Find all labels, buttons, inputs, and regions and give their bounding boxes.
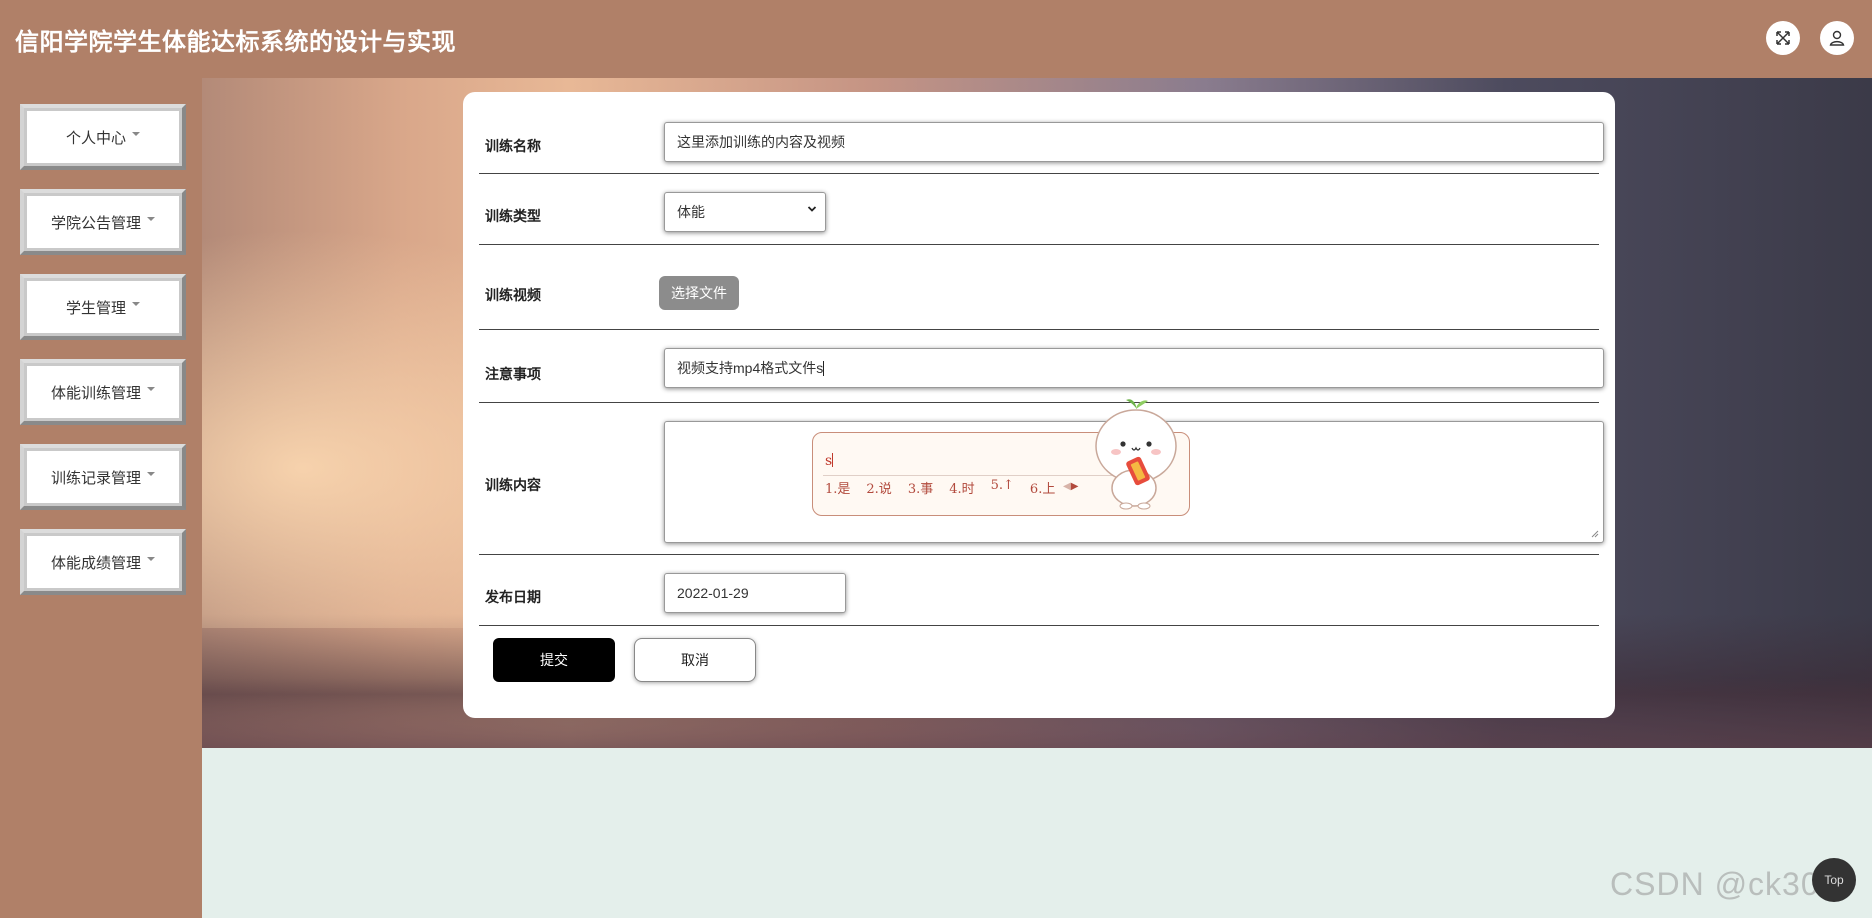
row-training-video: 训练视频 (479, 245, 1599, 330)
back-to-top-button[interactable]: Top (1812, 858, 1856, 902)
fullscreen-button[interactable] (1766, 21, 1800, 55)
sidebar-item-label: 训练记录管理 (50, 469, 141, 487)
user-button[interactable] (1820, 21, 1854, 55)
ime-candidate[interactable]: 3.事 (908, 478, 933, 497)
sidebar-item-label: 个人中心 (65, 129, 126, 147)
row-training-name: 训练名称 这里添加训练的内容及视频 (479, 92, 1604, 174)
caret-down-icon (147, 472, 155, 476)
sidebar-item-label: 学院公告管理 (50, 214, 141, 232)
training-name-input[interactable]: 这里添加训练的内容及视频 (664, 122, 1604, 162)
training-form-card: 训练名称 这里添加训练的内容及视频 训练类型 体能 训练视频 选择文件 注意事项… (463, 92, 1615, 718)
sidebar: 个人中心 学院公告管理 学生管理 体能训练管理 训练记录管理 体能成绩管理 (0, 78, 202, 918)
sidebar-item-personal-center[interactable]: 个人中心 (20, 104, 186, 170)
ime-candidate[interactable]: 6.上 (1030, 478, 1055, 497)
cancel-button[interactable]: 取消 (634, 638, 756, 682)
caret-down-icon (132, 302, 140, 306)
ime-prev-icon[interactable]: ◀ (1063, 481, 1071, 492)
caret-down-icon (147, 387, 155, 391)
row-notes: 注意事项 视频支持mp4格式文件s (479, 330, 1604, 403)
ime-candidate-list: 1.是 2.说 3.事 4.时 5.↑ 6.上 (825, 478, 1055, 497)
ime-mascot-icon (1095, 399, 1177, 510)
ime-candidate[interactable]: 1.是 (825, 478, 850, 497)
notes-input[interactable]: 视频支持mp4格式文件s (664, 348, 1604, 388)
notes-value: 视频支持mp4格式文件s (677, 360, 824, 376)
user-icon (1829, 30, 1845, 46)
ime-candidate[interactable]: 4.时 (949, 478, 974, 497)
sidebar-item-records[interactable]: 训练记录管理 (20, 444, 186, 510)
training-type-label: 训练类型 (485, 208, 541, 224)
sidebar-item-label: 体能训练管理 (50, 384, 141, 402)
training-type-select[interactable]: 体能 (664, 192, 826, 232)
ime-next-icon[interactable]: ▶ (1071, 481, 1079, 492)
ime-candidate[interactable]: 5.↑ (991, 478, 1014, 497)
row-publish-date: 发布日期 2022-01-29 (479, 555, 1599, 626)
publish-date-value: 2022-01-29 (677, 585, 749, 601)
training-type-value: 体能 (677, 204, 705, 220)
expand-icon (1776, 31, 1790, 45)
notes-label: 注意事项 (485, 366, 541, 382)
ime-page-nav: ◀▶ (1063, 481, 1078, 492)
text-cursor (823, 360, 825, 376)
training-name-label: 训练名称 (485, 138, 541, 154)
sidebar-item-training[interactable]: 体能训练管理 (20, 359, 186, 425)
sidebar-item-announcements[interactable]: 学院公告管理 (20, 189, 186, 255)
top-header: 信阳学院学生体能达标系统的设计与实现 (0, 0, 1872, 78)
publish-date-label: 发布日期 (485, 589, 541, 605)
ime-input-text: s (825, 453, 833, 469)
caret-down-icon (147, 557, 155, 561)
training-video-label: 训练视频 (485, 287, 541, 303)
sidebar-item-label: 体能成绩管理 (50, 554, 141, 572)
caret-down-icon (132, 132, 140, 136)
ime-cursor (832, 453, 834, 467)
sidebar-item-label: 学生管理 (65, 299, 126, 317)
submit-button[interactable]: 提交 (493, 638, 615, 682)
ime-divider (823, 475, 1113, 476)
publish-date-input[interactable]: 2022-01-29 (664, 573, 846, 613)
caret-down-icon (147, 217, 155, 221)
sidebar-item-scores[interactable]: 体能成绩管理 (20, 529, 186, 595)
training-content-label: 训练内容 (485, 477, 541, 493)
resize-handle-icon[interactable] (1591, 530, 1599, 538)
ime-candidate[interactable]: 2.说 (866, 478, 891, 497)
choose-file-button[interactable]: 选择文件 (659, 276, 739, 310)
chevron-down-icon (807, 206, 817, 212)
app-title: 信阳学院学生体能达标系统的设计与实现 (15, 29, 456, 56)
row-training-type: 训练类型 体能 (479, 174, 1599, 245)
training-name-value: 这里添加训练的内容及视频 (677, 134, 845, 150)
ime-composition: s (825, 453, 834, 469)
sidebar-item-students[interactable]: 学生管理 (20, 274, 186, 340)
